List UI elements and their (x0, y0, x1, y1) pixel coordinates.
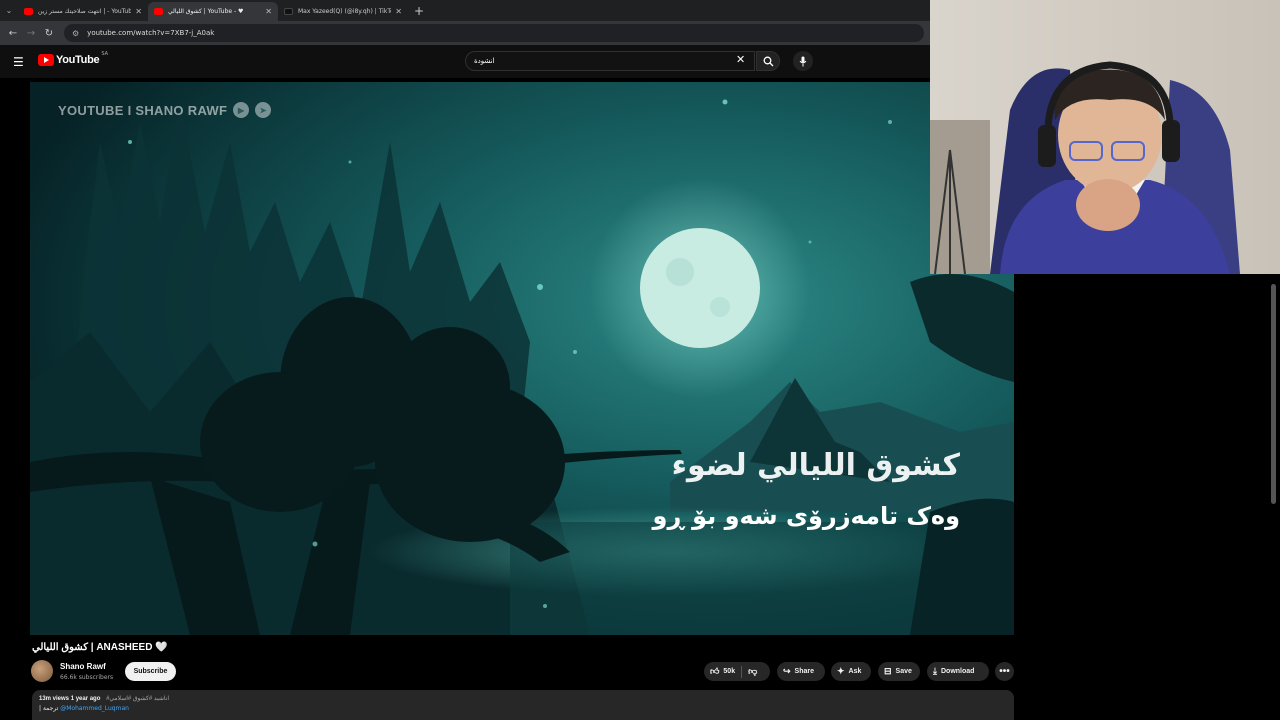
video-frame-illustration (30, 82, 1014, 635)
country-code: SA (101, 51, 109, 57)
bookmark-icon: ⊟ (884, 666, 892, 676)
like-divider (741, 665, 743, 678)
new-tab-plus-icon[interactable]: + (414, 4, 424, 18)
subscriber-count: 66.6k subscribers (60, 674, 114, 681)
search-icon (763, 56, 773, 66)
tab-close-icon[interactable]: ✕ (265, 7, 272, 16)
description-prefix: | ترجمة (39, 705, 61, 712)
youtube-logo[interactable]: YouTube SA (38, 51, 109, 66)
tab-close-icon[interactable]: ✕ (135, 7, 142, 16)
mention-link[interactable]: @Mohammed_Luqman (60, 705, 129, 712)
back-icon[interactable]: ← (4, 28, 22, 39)
save-label: Save (895, 668, 912, 675)
tab-title: انتهت صلاحيتك مستر زين | - YouTube (38, 8, 132, 15)
browser-tab-1[interactable]: انتهت صلاحيتك مستر زين | - YouTube ✕ (18, 2, 148, 21)
reload-icon[interactable]: ↻ (40, 28, 58, 39)
description-meta: 13m views 1 year ago #اناشيد #كشوق #اسلا… (39, 695, 1007, 702)
save-button[interactable]: ⊟ Save (878, 662, 920, 681)
forward-icon[interactable]: → (22, 28, 40, 39)
sparkle-icon: ✦ (837, 666, 845, 676)
clear-search-close-icon[interactable]: ✕ (736, 53, 745, 66)
voice-search-button[interactable] (793, 51, 813, 71)
video-title: كشوق الليالي | ANASHEED 🤍 (32, 642, 168, 653)
download-icon: ⤓ (933, 666, 937, 676)
tiktok-favicon-icon (284, 8, 293, 15)
youtube-play-icon (38, 54, 54, 66)
upload-age: 1 year ago (70, 696, 101, 702)
url-text: youtube.com/watch?v=7XB7-j_A0ak (87, 29, 215, 37)
site-info-icon[interactable]: ⚙ (72, 29, 79, 38)
lyric-kurdish: وەک تامەزرۆی شەو بۆ ڕو (652, 502, 960, 530)
more-icon: ••• (999, 666, 1010, 677)
description-box[interactable]: 13m views 1 year ago #اناشيد #كشوق #اسلا… (32, 690, 1014, 720)
more-actions-button[interactable]: ••• (995, 662, 1014, 681)
video-watermark: YOUTUBE I SHANO RAWF ▶ ➤ (58, 102, 272, 118)
tab-close-icon[interactable]: ✕ (395, 7, 402, 16)
search-input[interactable]: انشودة (465, 51, 755, 71)
share-label: Share (794, 668, 815, 675)
search-button[interactable] (756, 51, 780, 71)
description-text: | ترجمة @Mohammed_Luqman (39, 705, 1007, 712)
scrollbar-thumb[interactable] (1271, 284, 1276, 504)
ask-label: Ask (848, 668, 862, 675)
dislike-icon[interactable]: 👎︎ (748, 666, 757, 677)
telegram-icon: ➤ (255, 102, 272, 118)
logo-text: YouTube (56, 54, 100, 66)
address-bar[interactable]: ⚙ youtube.com/watch?v=7XB7-j_A0ak (64, 24, 924, 42)
youtube-icon: ▶ (233, 102, 250, 118)
view-count: 13m views (39, 696, 70, 702)
youtube-header: ☰ YouTube SA انشودة ✕ (0, 45, 930, 78)
browser-tab-3[interactable]: Max Yazeed(Q) (@i8y.qh) | TikTok ✕ (278, 2, 408, 21)
video-player[interactable]: YOUTUBE I SHANO RAWF ▶ ➤ كشوق الليالي لض… (30, 82, 1014, 635)
recommendations-panel (1014, 274, 1280, 720)
like-count[interactable]: 50k (723, 668, 735, 675)
subscribe-button[interactable]: Subscribe (125, 662, 176, 681)
download-label: Download (940, 668, 975, 675)
tab-title: Max Yazeed(Q) (@i8y.qh) | TikTok (298, 8, 392, 15)
browser-tab-strip: ⌄ انتهت صلاحيتك مستر زين | - YouTube ✕ ك… (0, 0, 930, 21)
browser-tab-2[interactable]: كشوق الليالي | YouTube - ♥ ✕ (148, 2, 278, 21)
webcam-person-image (930, 0, 1280, 274)
ask-button[interactable]: ✦ Ask (831, 662, 871, 681)
download-button[interactable]: ⤓ Download (927, 662, 989, 681)
lyric-arabic: كشوق الليالي لضوء (671, 448, 960, 483)
mic-icon (799, 56, 807, 66)
share-icon: ↪ (783, 666, 791, 676)
hashtags[interactable]: #اناشيد #كشوق #اسلامي (106, 696, 169, 702)
webcam-overlay (930, 0, 1280, 274)
like-dislike-group: 👍︎ 50k 👎︎ (704, 662, 770, 681)
tab-search-chevron-down-icon[interactable]: ⌄ (0, 0, 18, 21)
page-scrollbar[interactable] (1268, 274, 1278, 720)
search-query: انشودة (474, 57, 495, 65)
share-button[interactable]: ↪ Share (777, 662, 825, 681)
like-icon[interactable]: 👍︎ (710, 666, 719, 677)
avatar[interactable] (31, 660, 53, 682)
hamburger-icon[interactable]: ☰ (13, 55, 24, 69)
tab-title: كشوق الليالي | YouTube - ♥ (168, 8, 244, 15)
watermark-text: YOUTUBE I SHANO RAWF (58, 102, 228, 118)
youtube-favicon-icon (154, 8, 163, 15)
youtube-favicon-icon (24, 8, 33, 15)
channel-name[interactable]: Shano Rawf (60, 662, 106, 671)
browser-toolbar: ← → ↻ ⚙ youtube.com/watch?v=7XB7-j_A0ak (0, 21, 930, 45)
